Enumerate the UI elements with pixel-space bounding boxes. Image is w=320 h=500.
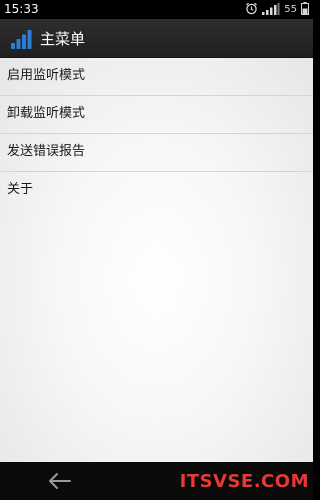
- status-icons: 55: [245, 2, 309, 17]
- action-bar: 主菜单: [0, 19, 313, 58]
- menu-item-label: 启用监听模式: [7, 68, 86, 83]
- signal-bars-icon[interactable]: [11, 29, 35, 49]
- navigation-bar: ITSVSE.COM: [0, 462, 313, 500]
- page-title: 主菜单: [40, 30, 86, 48]
- menu-item-about[interactable]: 关于: [0, 172, 313, 209]
- menu-item-enable-monitor[interactable]: 启用监听模式: [0, 58, 313, 96]
- battery-level: 55: [284, 4, 297, 15]
- menu-item-uninstall-monitor[interactable]: 卸载监听模式: [0, 96, 313, 134]
- menu-item-label: 发送错误报告: [7, 144, 86, 159]
- signal-icon: [262, 0, 280, 19]
- menu-item-label: 关于: [7, 182, 34, 197]
- menu-list: 启用监听模式 卸载监听模式 发送错误报告 关于: [0, 58, 313, 462]
- status-bar: 15:33 55: [0, 0, 313, 19]
- menu-item-label: 卸载监听模式: [7, 106, 86, 121]
- alarm-icon: [245, 0, 258, 19]
- watermark: ITSVSE.COM: [179, 471, 309, 492]
- status-time: 15:33: [4, 2, 39, 16]
- battery-icon: [301, 0, 309, 19]
- back-arrow-icon[interactable]: [46, 471, 72, 491]
- menu-item-send-error-report[interactable]: 发送错误报告: [0, 134, 313, 172]
